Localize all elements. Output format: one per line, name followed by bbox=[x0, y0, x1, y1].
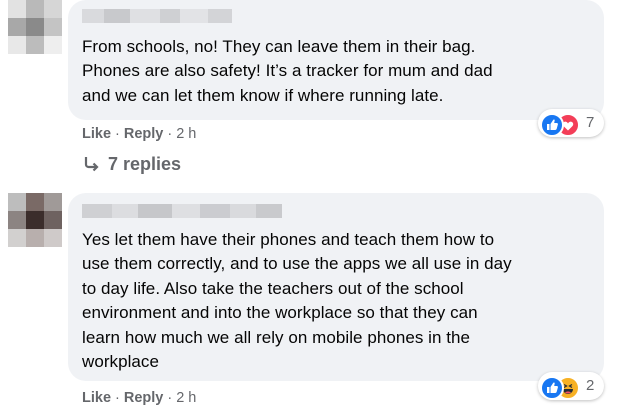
avatar-pixel bbox=[44, 193, 62, 211]
view-replies-link[interactable]: 7 replies bbox=[84, 154, 181, 175]
comment-line: learn how much we all rely on mobile pho… bbox=[82, 327, 471, 347]
reply-arrow-icon bbox=[84, 157, 99, 172]
avatar-pixel bbox=[8, 0, 26, 18]
comment-timestamp[interactable]: 2 h bbox=[176, 126, 196, 142]
comment-text: From schools, no! They can leave them in… bbox=[82, 35, 493, 108]
comment-bubble: Yes let them have their phones and teach… bbox=[68, 193, 604, 381]
avatar-pixel bbox=[26, 0, 44, 18]
avatar-pixel bbox=[26, 36, 44, 54]
comment-timestamp[interactable]: 2 h bbox=[176, 390, 196, 406]
comment-actions: Like · Reply · 2 h bbox=[82, 390, 196, 406]
avatar-pixel bbox=[26, 18, 44, 36]
reaction-count: 7 bbox=[586, 114, 595, 131]
commenter-avatar[interactable] bbox=[8, 193, 62, 247]
comment-line: use them correctly, and to use the apps … bbox=[82, 254, 512, 274]
separator-dot: · bbox=[115, 126, 120, 142]
avatar-pixel bbox=[26, 229, 44, 247]
comment-line: and we can let them know if where runnin… bbox=[82, 85, 444, 105]
reply-link[interactable]: Reply bbox=[124, 390, 164, 406]
comment-line: workplace bbox=[82, 352, 159, 372]
avatar-pixel bbox=[44, 229, 62, 247]
comment-text: Yes let them have their phones and teach… bbox=[82, 228, 512, 374]
avatar-pixel bbox=[8, 36, 26, 54]
avatar-pixel bbox=[26, 193, 44, 211]
avatar-pixel bbox=[44, 211, 62, 229]
reaction-summary[interactable]: 2 bbox=[538, 372, 604, 400]
avatar-pixel bbox=[44, 18, 62, 36]
comment-line: environment and into the workplace so th… bbox=[82, 303, 478, 323]
like-icon bbox=[540, 113, 564, 137]
commenter-name-blurred[interactable] bbox=[82, 204, 282, 218]
comment-actions: Like · Reply · 2 h bbox=[82, 126, 196, 142]
comment-line: to day life. Also take the teachers out … bbox=[82, 278, 464, 298]
avatar-pixel bbox=[8, 193, 26, 211]
separator-dot: · bbox=[167, 390, 173, 406]
avatar-pixel bbox=[8, 18, 26, 36]
avatar-pixel bbox=[8, 229, 26, 247]
avatar-pixel bbox=[44, 36, 62, 54]
comment-line: From schools, no! They can leave them in… bbox=[82, 37, 476, 56]
like-icon bbox=[540, 376, 564, 400]
comment-line: Phones are also safety! It’s a tracker f… bbox=[82, 61, 493, 81]
separator-dot: · bbox=[167, 126, 173, 142]
like-link[interactable]: Like bbox=[82, 390, 111, 406]
avatar-pixel bbox=[8, 211, 26, 229]
comment-line: Yes let them have their phones and teach… bbox=[82, 230, 495, 249]
reply-link[interactable]: Reply bbox=[124, 126, 164, 142]
reaction-summary[interactable]: 7 bbox=[538, 109, 604, 137]
commenter-avatar[interactable] bbox=[8, 0, 62, 54]
reaction-count: 2 bbox=[586, 377, 595, 394]
commenter-name-blurred[interactable] bbox=[82, 9, 232, 23]
separator-dot: · bbox=[115, 390, 120, 406]
replies-count-label[interactable]: 7 replies bbox=[108, 154, 181, 174]
comment-bubble: From schools, no! They can leave them in… bbox=[68, 0, 604, 120]
avatar-pixel bbox=[44, 0, 62, 18]
like-link[interactable]: Like bbox=[82, 126, 111, 142]
avatar-pixel bbox=[26, 211, 44, 229]
